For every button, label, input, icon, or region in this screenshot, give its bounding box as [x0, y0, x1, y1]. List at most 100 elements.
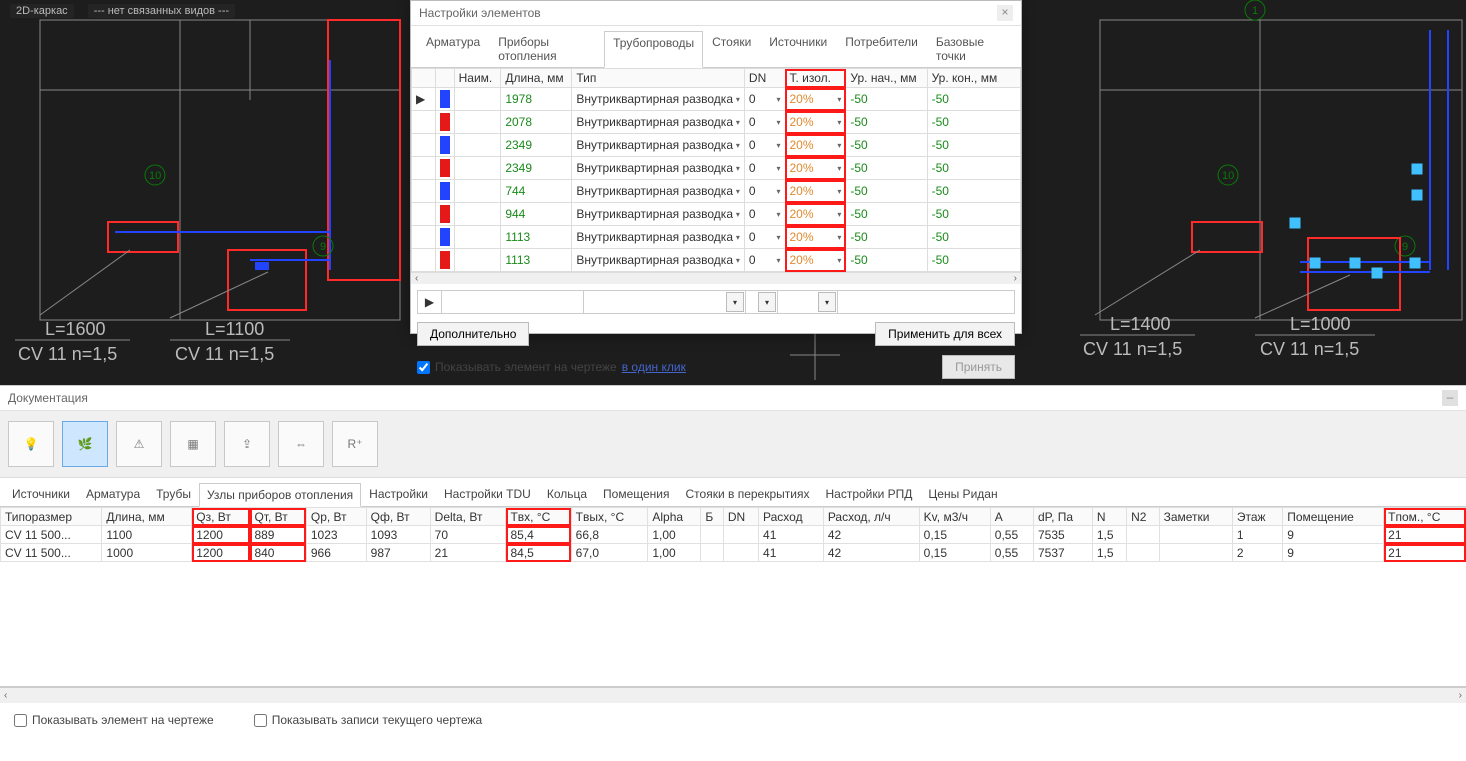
col-header[interactable]: Ур. нач., мм [846, 69, 927, 88]
chevron-down-icon[interactable]: ▾ [837, 210, 841, 219]
bulb-icon[interactable]: 💡 [8, 421, 54, 467]
col-header[interactable]: Qз, Вт [192, 508, 250, 526]
chevron-down-icon[interactable]: ▾ [736, 233, 740, 242]
dialog-tab[interactable]: Базовые точки [927, 30, 1015, 67]
heating-nodes-table[interactable]: ТипоразмерДлина, ммQз, ВтQт, ВтQр, ВтQф,… [0, 507, 1466, 562]
col-header[interactable]: Этаж [1232, 508, 1282, 526]
chevron-down-icon[interactable]: ▾ [776, 210, 780, 219]
doc-tab[interactable]: Арматура [78, 482, 148, 506]
chevron-down-icon[interactable]: ▾ [837, 256, 841, 265]
chevron-down-icon[interactable]: ▾ [736, 187, 740, 196]
col-header[interactable]: Расход, л/ч [823, 508, 919, 526]
col-header[interactable]: dP, Па [1033, 508, 1092, 526]
doc-tab[interactable]: Источники [4, 482, 78, 506]
chevron-down-icon[interactable]: ▾ [726, 292, 744, 312]
chevron-down-icon[interactable]: ▾ [776, 118, 780, 127]
col-header[interactable]: Длина, мм [102, 508, 192, 526]
doc-tab[interactable]: Стояки в перекрытиях [678, 482, 818, 506]
chevron-down-icon[interactable]: ▾ [736, 256, 740, 265]
col-header[interactable]: Ур. кон., мм [927, 69, 1020, 88]
table-row[interactable]: 2349Внутриквартирная разводка▾0▾20%▾-50-… [412, 157, 1021, 180]
col-header[interactable]: Длина, мм [501, 69, 572, 88]
col-header[interactable]: Tвх, °C [506, 508, 571, 526]
accept-button[interactable]: Принять [942, 355, 1015, 379]
col-header[interactable]: Т. изол. [785, 69, 846, 88]
panel-collapse-icon[interactable]: – [1442, 390, 1458, 406]
col-header[interactable]: Tвых, °C [571, 508, 648, 526]
pipes-table[interactable]: Наим.Длина, ммТипDNТ. изол.Ур. нач., ммУ… [411, 68, 1021, 272]
table-row[interactable]: CV 11 500...11001200889102310937085,466,… [1, 526, 1466, 544]
table-row[interactable]: ▶1978Внутриквартирная разводка▾0▾20%▾-50… [412, 88, 1021, 111]
col-header[interactable]: DN [744, 69, 785, 88]
col-header[interactable] [436, 69, 454, 88]
chevron-down-icon[interactable]: ▾ [837, 233, 841, 242]
chevron-down-icon[interactable]: ▾ [776, 187, 780, 196]
dialog-tab[interactable]: Приборы отопления [489, 30, 604, 67]
chevron-down-icon[interactable]: ▾ [776, 95, 780, 104]
doc-tab[interactable]: Настройки TDU [436, 482, 539, 506]
col-header[interactable]: Наим. [454, 69, 501, 88]
table-row[interactable]: 2078Внутриквартирная разводка▾0▾20%▾-50-… [412, 111, 1021, 134]
doc-tab[interactable]: Настройки [361, 482, 436, 506]
dialog-tab[interactable]: Арматура [417, 30, 489, 67]
col-header[interactable]: Qр, Вт [306, 508, 366, 526]
chevron-down-icon[interactable]: ▾ [776, 141, 780, 150]
doc-tab[interactable]: Помещения [595, 482, 677, 506]
chevron-down-icon[interactable]: ▾ [837, 187, 841, 196]
chevron-down-icon[interactable]: ▾ [837, 118, 841, 127]
chevron-down-icon[interactable]: ▾ [736, 95, 740, 104]
chevron-down-icon[interactable]: ▾ [837, 164, 841, 173]
table-row[interactable]: CV 11 500...100012008409669872184,567,01… [1, 544, 1466, 562]
col-header[interactable]: Qф, Вт [366, 508, 430, 526]
col-header[interactable]: Delta, Вт [430, 508, 506, 526]
one-click-link[interactable]: в один клик [622, 360, 686, 374]
chevron-down-icon[interactable]: ▾ [736, 164, 740, 173]
chevron-down-icon[interactable]: ▾ [776, 233, 780, 242]
show-current-records-check[interactable]: Показывать записи текущего чертежа [254, 713, 483, 727]
viewport-mode-label[interactable]: 2D-каркас [10, 4, 74, 18]
doc-tab[interactable]: Узлы приборов отопления [199, 483, 361, 507]
col-header[interactable]: Qт, Вт [250, 508, 306, 526]
col-header[interactable]: Kv, м3/ч [919, 508, 990, 526]
table-row[interactable]: 2349Внутриквартирная разводка▾0▾20%▾-50-… [412, 134, 1021, 157]
edit-row[interactable]: ▶ ▾ ▾ ▾ [417, 290, 1015, 314]
doc-tab[interactable]: Настройки РПД [817, 482, 920, 506]
col-header[interactable]: Tпом., °C [1384, 508, 1466, 526]
dialog-tab[interactable]: Стояки [703, 30, 760, 67]
show-on-drawing-check[interactable]: Показывать элемент на чертеже в один кли… [417, 360, 686, 374]
col-header[interactable]: Помещение [1283, 508, 1384, 526]
table-row[interactable]: 744Внутриквартирная разводка▾0▾20%▾-50-5… [412, 180, 1021, 203]
col-header[interactable]: Тип [572, 69, 745, 88]
table-row[interactable]: 1113Внутриквартирная разводка▾0▾20%▾-50-… [412, 249, 1021, 272]
col-header[interactable]: N2 [1127, 508, 1159, 526]
col-header[interactable]: Alpha [648, 508, 701, 526]
viewport-views-label[interactable]: --- нет связанных видов --- [88, 4, 235, 18]
tree-icon[interactable]: 🌿 [62, 421, 108, 467]
export-icon[interactable]: ⇪ [224, 421, 270, 467]
col-header[interactable]: Типоразмер [1, 508, 102, 526]
revit-icon[interactable]: R⁺ [332, 421, 378, 467]
col-header[interactable]: Расход [759, 508, 824, 526]
doc-tab[interactable]: Цены Ридан [920, 482, 1005, 506]
col-header[interactable]: Б [701, 508, 724, 526]
chevron-down-icon[interactable]: ▾ [776, 256, 780, 265]
doc-tab[interactable]: Кольца [539, 482, 595, 506]
apply-all-button[interactable]: Применить для всех [875, 322, 1015, 346]
chevron-down-icon[interactable]: ▾ [758, 292, 776, 312]
table-row[interactable]: 944Внутриквартирная разводка▾0▾20%▾-50-5… [412, 203, 1021, 226]
show-on-drawing-check[interactable]: Показывать элемент на чертеже [14, 713, 214, 727]
chevron-down-icon[interactable]: ▾ [837, 95, 841, 104]
chevron-down-icon[interactable]: ▾ [837, 141, 841, 150]
measure-icon[interactable]: ⇔ [278, 421, 324, 467]
more-button[interactable]: Дополнительно [417, 322, 529, 346]
close-icon[interactable]: × [997, 5, 1013, 21]
col-header[interactable]: Заметки [1159, 508, 1232, 526]
chevron-down-icon[interactable]: ▾ [736, 210, 740, 219]
horizontal-scrollbar[interactable]: ‹› [411, 272, 1021, 284]
col-header[interactable]: A [990, 508, 1033, 526]
dialog-tab[interactable]: Трубопроводы [604, 31, 703, 68]
cad-viewport[interactable]: 2D-каркас --- нет связанных видов --- 10… [0, 0, 1466, 385]
dialog-tab[interactable]: Потребители [836, 30, 927, 67]
chevron-down-icon[interactable]: ▾ [736, 141, 740, 150]
chevron-down-icon[interactable]: ▾ [818, 292, 836, 312]
